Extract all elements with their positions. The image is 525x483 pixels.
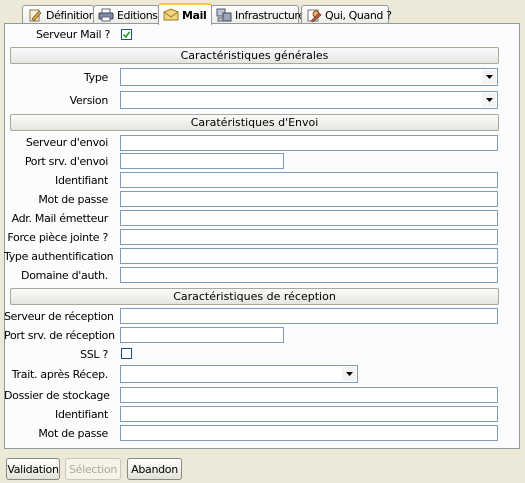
serveur-mail-label: Serveur Mail ? — [35, 28, 110, 41]
dossier-stockage-label: Dossier de stockage — [4, 389, 110, 402]
tab-mail-label: Mail — [182, 8, 207, 22]
ssl-checkbox[interactable] — [121, 348, 132, 359]
section-header-reception: Caractéristiques de réception — [10, 288, 499, 305]
dossier-stockage-input[interactable] — [120, 387, 498, 403]
type-auth-label: Type authentification — [4, 250, 114, 263]
mdp-reception-label: Mot de passe — [38, 427, 108, 440]
force-piece-jointe-input[interactable] — [120, 229, 498, 245]
identifiant-envoi-label: Identifiant — [55, 174, 108, 187]
port-reception-input[interactable] — [120, 327, 284, 343]
chevron-down-icon[interactable] — [482, 70, 496, 84]
port-envoi-input[interactable] — [120, 153, 284, 169]
chevron-down-icon[interactable] — [342, 367, 356, 381]
version-select[interactable] — [120, 91, 498, 109]
tab-definition-label: Définition — [46, 8, 96, 22]
serveur-envoi-label: Serveur d'envoi — [25, 136, 108, 149]
user-icon — [307, 9, 322, 22]
selection-button[interactable]: Sélection — [65, 458, 121, 480]
trait-apres-recep-select[interactable] — [120, 365, 358, 383]
section-header-envoi: Caratéristiques d'Envoi — [10, 114, 499, 131]
printer-icon — [98, 8, 114, 22]
domaine-auth-label: Domaine d'auth. — [21, 269, 108, 282]
tab-qui-quand[interactable]: Qui, Quand ? — [301, 5, 392, 24]
serveur-mail-checkbox[interactable] — [121, 29, 132, 40]
domaine-auth-input[interactable] — [120, 267, 498, 283]
identifiant-reception-input[interactable] — [120, 406, 498, 422]
tab-mail[interactable]: Mail — [158, 3, 212, 25]
validation-button[interactable]: Validation — [6, 458, 60, 480]
type-label: Type — [83, 71, 108, 84]
force-piece-jointe-label: Force pièce jointe ? — [7, 231, 108, 244]
port-reception-label: Port srv. de réception — [4, 329, 115, 342]
tab-editions-label: Editions — [117, 8, 158, 22]
tab-editions[interactable]: Editions — [93, 5, 159, 24]
tab-definition[interactable]: Définition — [22, 5, 96, 24]
emetteur-input[interactable] — [120, 210, 498, 226]
tab-infrastructure-label: Infrastructure — [235, 8, 305, 22]
trait-apres-recep-label: Trait. après Récep. — [11, 368, 109, 381]
tab-infrastructure[interactable]: Infrastructure — [211, 5, 305, 24]
type-auth-input[interactable] — [120, 248, 498, 264]
emetteur-label: Adr. Mail émetteur — [11, 212, 109, 225]
identifiant-envoi-input[interactable] — [120, 172, 498, 188]
port-envoi-label: Port srv. d'envoi — [24, 155, 108, 168]
serveur-envoi-input[interactable] — [120, 135, 498, 151]
serveur-reception-input[interactable] — [120, 308, 498, 324]
type-select[interactable] — [120, 68, 498, 86]
pencil-icon — [29, 9, 42, 22]
identifiant-reception-label: Identifiant — [55, 408, 108, 421]
mail-icon — [163, 8, 179, 21]
section-header-generales: Caractéristiques générales — [10, 47, 499, 64]
tab-qui-quand-label: Qui, Quand ? — [325, 8, 392, 22]
serveur-reception-label: Serveur de réception — [4, 310, 114, 323]
mdp-envoi-input[interactable] — [120, 191, 498, 207]
version-label: Version — [69, 94, 109, 107]
checkmark-icon — [123, 31, 130, 38]
computer-icon — [216, 8, 232, 22]
mdp-reception-input[interactable] — [120, 425, 498, 441]
ssl-label: SSL ? — [80, 348, 108, 361]
abandon-button[interactable]: Abandon — [127, 458, 182, 480]
chevron-down-icon[interactable] — [482, 93, 496, 107]
mdp-envoi-label: Mot de passe — [38, 193, 108, 206]
